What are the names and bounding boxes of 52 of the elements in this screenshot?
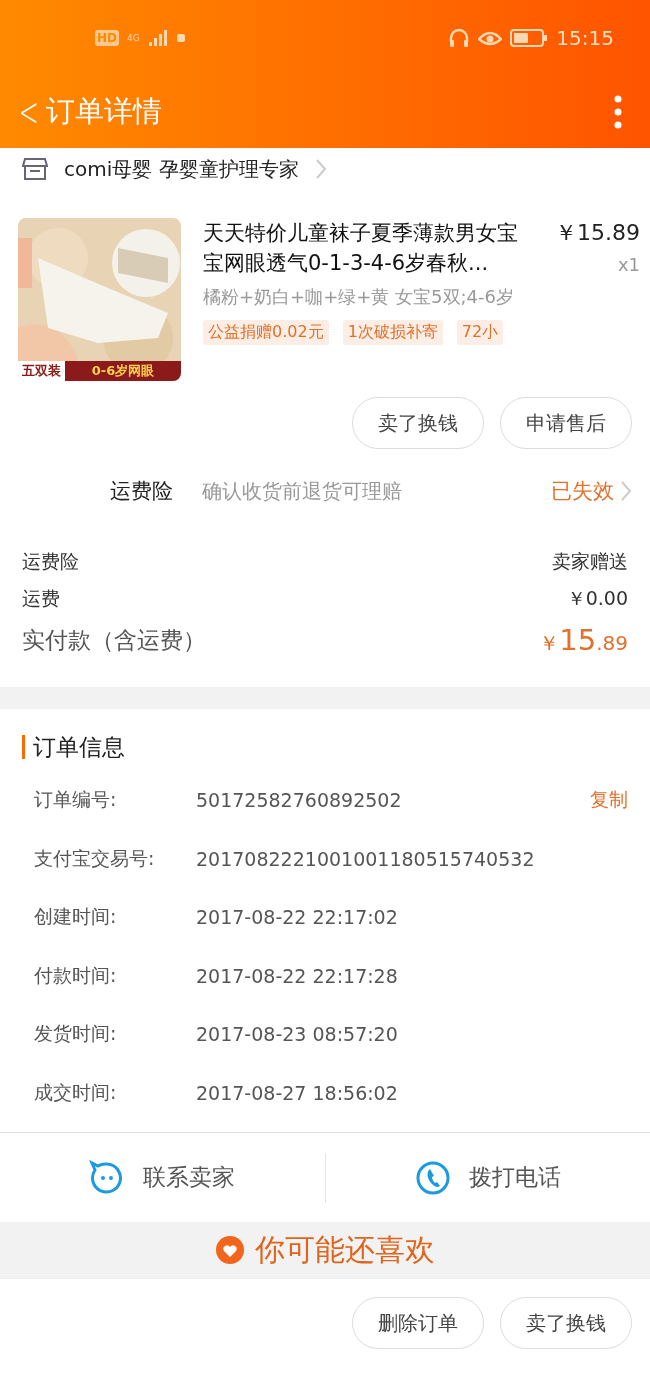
action-button[interactable]: 删除订单	[352, 1297, 484, 1349]
phone-icon	[414, 1159, 451, 1196]
fee-label: 运费险	[22, 548, 79, 574]
info-value: 2017-08-22 22:17:28	[196, 964, 399, 987]
info-value: 2017082221001001180515740532	[196, 847, 536, 870]
info-label: 支付宝交易号:	[34, 845, 156, 871]
service-tag: 72小	[456, 320, 504, 345]
info-label: 创建时间:	[34, 904, 118, 930]
info-value: 2017-08-23 08:57:20	[196, 1023, 399, 1046]
hd-icon: HD	[95, 29, 119, 46]
chevron-right-icon	[620, 480, 632, 502]
more-menu-icon[interactable]	[614, 94, 622, 129]
product-sku: 橘粉+奶白+咖+绿+黄 女宝5双;4-6岁	[203, 285, 515, 309]
info-label: 成交时间:	[34, 1079, 118, 1105]
info-label: 订单编号:	[34, 787, 118, 813]
action-button[interactable]: 卖了换钱	[352, 397, 484, 449]
heart-badge-icon	[215, 1235, 245, 1265]
product-quantity: x1	[617, 254, 640, 275]
contact-seller-button[interactable]: 联系卖家	[0, 1152, 325, 1203]
product-price: ￥15.89	[555, 219, 640, 247]
insurance-description: 确认收货前退货可理赔	[202, 478, 403, 505]
product-title[interactable]: 天天特价儿童袜子夏季薄款男女宝宝网眼透气0-1-3-4-6岁春秋...	[203, 218, 533, 278]
total-label: 实付款（含运费）	[22, 625, 206, 655]
total-amount: ￥15.89	[539, 623, 628, 657]
fee-value: 卖家赠送	[552, 548, 628, 574]
store-icon	[22, 157, 48, 181]
recommend-title: 你可能还喜欢	[255, 1232, 435, 1268]
chevron-right-icon	[314, 158, 327, 180]
signal-icon	[147, 28, 168, 47]
network-label: 4G	[127, 32, 140, 43]
service-tag: 公益捐赠0.02元	[203, 320, 329, 345]
image-banner-text: 五双装	[18, 361, 65, 381]
clock-time: 15:15	[556, 25, 614, 50]
shop-name[interactable]: comi母婴 孕婴童护理专家	[64, 155, 299, 183]
call-button[interactable]: 拨打电话	[325, 1152, 650, 1203]
info-label: 付款时间:	[34, 962, 118, 988]
action-button[interactable]: 卖了换钱	[500, 1297, 632, 1349]
page-title: 订单详情	[45, 92, 163, 130]
action-button[interactable]: 申请售后	[500, 397, 632, 449]
info-value: 50172582760892502	[196, 789, 403, 812]
service-tag: 1次破损补寄	[342, 320, 443, 345]
notification-icon	[175, 32, 186, 43]
fee-value: ￥0.00	[566, 585, 628, 611]
battery-icon	[510, 27, 549, 48]
headphones-icon	[448, 27, 471, 48]
section-title: 订单信息	[22, 735, 628, 759]
info-value: 2017-08-27 18:56:02	[196, 1081, 399, 1104]
image-banner-text: 0-6岁网眼	[65, 361, 181, 381]
insurance-label: 运费险	[110, 478, 174, 505]
info-label: 发货时间:	[34, 1021, 118, 1047]
info-value: 2017-08-22 22:17:02	[196, 906, 399, 929]
fee-label: 运费	[22, 585, 60, 611]
